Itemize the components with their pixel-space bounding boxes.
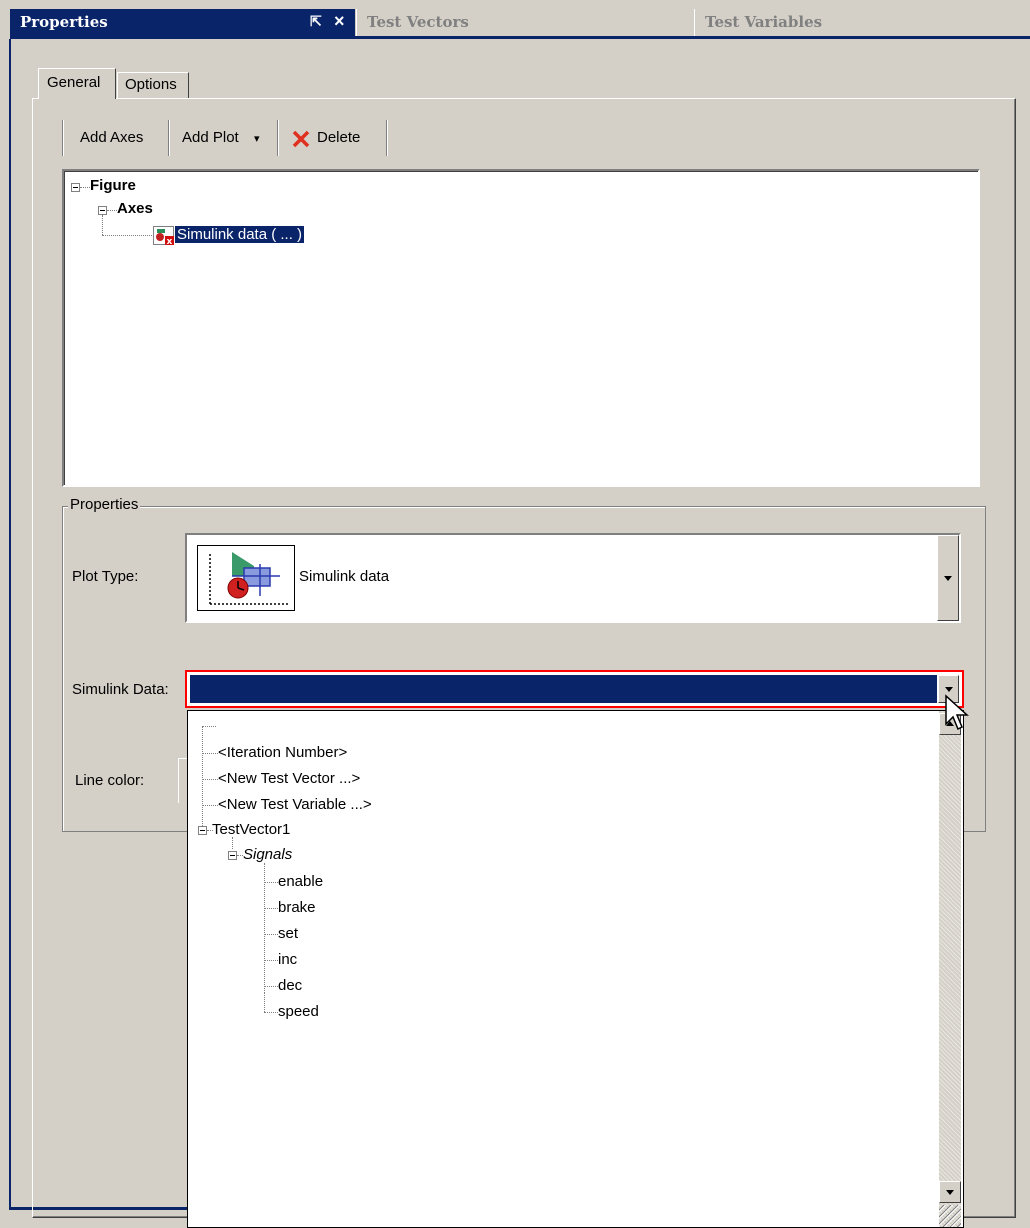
tree-connector: [202, 805, 218, 807]
add-axes-label: Add Axes: [80, 129, 144, 146]
list-item[interactable]: <New Test Variable ...>: [218, 796, 372, 813]
dropdown-scrollbar[interactable]: [939, 711, 961, 1227]
tree-connector: [202, 726, 204, 826]
toolbar-separator: [62, 120, 64, 156]
test-variables-window-tab[interactable]: Test Variables: [694, 9, 1030, 36]
plot-type-label: Plot Type:: [72, 568, 139, 585]
plot-type-dropdown-button[interactable]: [937, 535, 959, 621]
simulink-data-label: Simulink Data:: [72, 681, 169, 698]
add-axes-button[interactable]: Add Axes: [66, 118, 166, 158]
properties-group-label: Properties: [68, 496, 141, 513]
list-item-signal[interactable]: set: [278, 925, 298, 942]
add-plot-label: Add Plot: [182, 129, 239, 146]
plot-type-combo[interactable]: Simulink data: [185, 533, 961, 623]
delete-label: Delete: [317, 129, 361, 146]
resize-grip-icon[interactable]: [939, 1205, 961, 1227]
line-color-button[interactable]: [178, 758, 187, 803]
tab-general[interactable]: General: [38, 68, 116, 99]
tree-connector: [264, 960, 278, 962]
list-item-signal[interactable]: dec: [278, 977, 302, 994]
tree-node-axes[interactable]: Axes: [117, 200, 153, 217]
tree-connector: [232, 837, 234, 849]
testvector-collapse-icon[interactable]: [198, 826, 207, 835]
list-item[interactable]: <New Test Vector ...>: [218, 770, 360, 787]
add-plot-button[interactable]: Add Plot ▾: [172, 118, 276, 158]
test-vectors-tab-label: Test Vectors: [367, 13, 469, 31]
tree-connector: [264, 882, 278, 884]
simulink-data-combo[interactable]: [185, 670, 964, 708]
toolbar-separator: [168, 120, 170, 156]
simulink-plot-error-icon: x: [153, 226, 174, 246]
list-item-signal[interactable]: speed: [278, 1003, 319, 1020]
properties-window-title: Properties: [20, 13, 108, 31]
tree-node-simulink-data[interactable]: Simulink data ( ... ): [175, 226, 305, 243]
tree-connector: [107, 210, 117, 212]
list-item-signal[interactable]: inc: [278, 951, 297, 968]
scroll-down-button[interactable]: [939, 1181, 961, 1203]
chevron-down-icon: [946, 1190, 954, 1195]
test-vectors-window-tab[interactable]: Test Vectors: [356, 9, 695, 36]
tab-options[interactable]: Options: [117, 72, 189, 98]
list-item-signal[interactable]: brake: [278, 899, 316, 916]
delete-button[interactable]: Delete: [281, 118, 385, 158]
toolbar-separator: [277, 120, 279, 156]
line-color-label: Line color:: [75, 772, 145, 789]
dock-accent-line: [10, 36, 1030, 39]
tab-options-label: Options: [125, 76, 177, 93]
tab-general-label: General: [47, 74, 101, 91]
chevron-down-icon: [945, 687, 953, 692]
chevron-down-icon: ▾: [254, 133, 260, 145]
tree-connector: [80, 187, 90, 189]
tree-connector: [102, 215, 104, 235]
list-item-signals[interactable]: Signals: [243, 846, 292, 863]
tree-connector: [264, 1012, 278, 1014]
properties-window-tab[interactable]: Properties ⇱ ×: [10, 9, 355, 36]
tree-node-figure[interactable]: Figure: [90, 177, 136, 194]
list-item[interactable]: <Iteration Number>: [218, 744, 347, 761]
tree-connector: [202, 753, 218, 755]
test-variables-tab-label: Test Variables: [705, 13, 823, 31]
figure-collapse-icon[interactable]: [71, 183, 80, 192]
figure-tree[interactable]: Figure Axes x Simulink data ( ... ): [62, 169, 980, 487]
tree-connector: [264, 934, 278, 936]
toolbar-separator: [386, 120, 388, 156]
panel-left-border: [9, 39, 11, 1209]
pin-icon[interactable]: ⇱: [310, 13, 322, 30]
tree-connector: [264, 993, 266, 1012]
mouse-cursor-icon: [945, 694, 969, 731]
plot-toolbar: Add Axes Add Plot ▾ Delete: [62, 118, 392, 158]
tree-connector: [102, 235, 152, 237]
delete-x-icon: [292, 130, 310, 148]
svg-text:x: x: [167, 237, 173, 246]
tree-connector: [202, 779, 218, 781]
tree-connector: [202, 726, 216, 728]
simulink-data-plot-icon: [197, 545, 295, 611]
close-icon[interactable]: ×: [334, 11, 345, 32]
chevron-down-icon: [944, 576, 952, 581]
axes-collapse-icon[interactable]: [98, 206, 107, 215]
tree-connector: [264, 908, 278, 910]
list-item-testvector[interactable]: TestVector1: [212, 821, 290, 838]
signals-collapse-icon[interactable]: [228, 851, 237, 860]
simulink-data-field[interactable]: [190, 675, 937, 703]
plot-type-value: Simulink data: [299, 568, 390, 585]
figure-tree-inner: Figure Axes x Simulink data ( ... ): [64, 171, 978, 485]
tree-connector: [264, 986, 278, 988]
simulink-data-dropdown-list[interactable]: <Iteration Number> <New Test Vector ...>…: [187, 710, 964, 1228]
list-item-signal[interactable]: enable: [278, 873, 323, 890]
